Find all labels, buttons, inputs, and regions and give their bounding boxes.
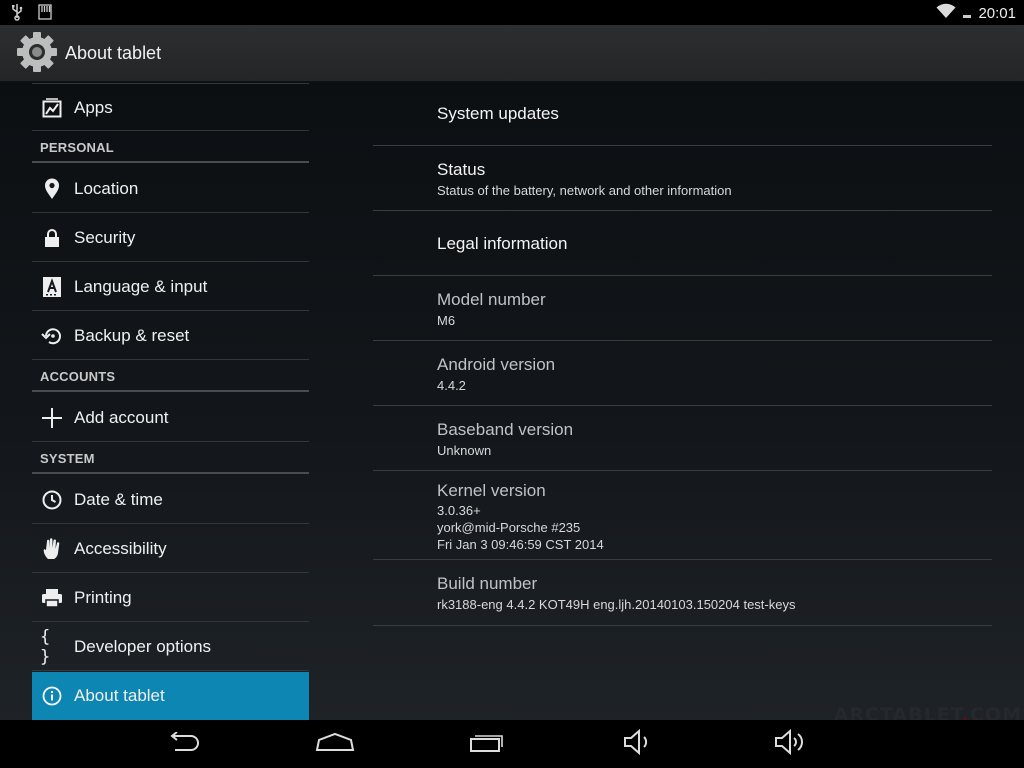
pref-android-version[interactable]: Android version 4.4.2 <box>373 341 992 406</box>
navigation-bar <box>0 720 1024 768</box>
sidebar-item-label: Language & input <box>74 277 208 296</box>
info-icon <box>40 684 64 708</box>
lock-icon <box>40 226 64 250</box>
pref-value-line: york@mid-Porsche #235 <box>437 520 581 535</box>
plus-icon <box>40 406 64 430</box>
pref-summary: Status of the battery, network and other… <box>437 183 732 198</box>
pref-value-line: 3.0.36+ <box>437 503 481 518</box>
battery-icon <box>962 3 972 24</box>
pref-value: 4.4.2 <box>437 378 466 393</box>
pref-system-updates[interactable]: System updates <box>373 82 992 146</box>
pref-title: Model number <box>437 290 546 309</box>
sidebar-item-security[interactable]: Security <box>32 214 309 262</box>
home-button[interactable] <box>312 730 358 758</box>
section-header-label: SYSTEM <box>40 451 95 466</box>
settings-gear-icon[interactable] <box>14 29 60 75</box>
pref-title: Kernel version <box>437 481 546 500</box>
wifi-icon <box>936 3 956 24</box>
section-header-accounts: ACCOUNTS <box>32 362 309 392</box>
sidebar-item-printing[interactable]: Printing <box>32 574 309 622</box>
sidebar-item-date-time[interactable]: Date & time <box>32 476 309 524</box>
page-title: About tablet <box>65 43 162 63</box>
volume-up-icon <box>774 728 808 760</box>
pref-title: Legal information <box>437 234 568 253</box>
clock-time: 20:01 <box>978 5 1016 22</box>
section-header-label: PERSONAL <box>40 140 114 155</box>
pref-model-number: Model number M6 <box>373 276 992 341</box>
recents-icon <box>469 732 505 757</box>
pref-build-number[interactable]: Build number rk3188-eng 4.4.2 KOT49H eng… <box>373 560 992 626</box>
pref-legal-information[interactable]: Legal information <box>373 211 992 276</box>
sidebar-item-label: Developer options <box>74 637 212 656</box>
keyboard-a-icon <box>40 275 64 299</box>
pref-value-line: Fri Jan 3 09:46:59 CST 2014 <box>437 537 604 552</box>
settings-content: Apps PERSONAL Location Security Language… <box>0 82 1024 726</box>
sidebar-item-label: Security <box>74 228 136 247</box>
sidebar-item-label: Apps <box>74 98 113 117</box>
pref-title: Build number <box>437 574 538 593</box>
status-bar: 20:01 <box>0 0 1024 25</box>
sidebar-item-label: About tablet <box>74 686 165 705</box>
sidebar-item-accessibility[interactable]: Accessibility <box>32 525 309 573</box>
sidebar-item-label: Location <box>74 179 139 198</box>
location-pin-icon <box>40 177 64 201</box>
braces-icon: { } <box>40 627 51 667</box>
pref-kernel-version: Kernel version 3.0.36+ york@mid-Porsche … <box>373 471 992 560</box>
settings-sidebar: Apps PERSONAL Location Security Language… <box>32 82 309 720</box>
sidebar-item-label: Printing <box>74 588 132 607</box>
volume-down-button[interactable] <box>616 728 662 760</box>
back-icon <box>165 730 201 757</box>
pref-value: Unknown <box>437 443 492 458</box>
sidebar-item-location[interactable]: Location <box>32 165 309 213</box>
sidebar-item-label: Accessibility <box>74 539 167 558</box>
pref-baseband-version: Baseband version Unknown <box>373 406 992 471</box>
home-icon <box>315 732 355 757</box>
action-bar: About tablet <box>0 25 1024 82</box>
volume-up-button[interactable] <box>768 728 814 760</box>
printer-icon <box>40 586 64 610</box>
apps-icon <box>40 96 64 120</box>
clock-icon <box>40 488 64 512</box>
recents-button[interactable] <box>464 730 510 758</box>
volume-down-icon <box>623 728 655 760</box>
pref-title: Android version <box>437 355 556 374</box>
usb-icon <box>10 3 24 26</box>
hand-icon <box>40 537 64 561</box>
sidebar-item-developer-options[interactable]: { } Developer options <box>32 623 309 671</box>
sd-card-icon <box>38 4 52 25</box>
section-header-label: ACCOUNTS <box>40 369 116 384</box>
sidebar-item-about-tablet[interactable]: About tablet <box>32 672 309 720</box>
back-button[interactable] <box>160 730 206 758</box>
pref-title: System updates <box>437 104 559 123</box>
section-header-system: SYSTEM <box>32 444 309 474</box>
pref-value: M6 <box>437 313 456 328</box>
sidebar-item-apps[interactable]: Apps <box>32 83 309 131</box>
backup-restore-icon <box>40 324 64 348</box>
pref-title: Status <box>437 160 486 179</box>
pref-title: Baseband version <box>437 420 574 439</box>
sidebar-item-backup-reset[interactable]: Backup & reset <box>32 312 309 360</box>
pref-value: rk3188-eng 4.4.2 KOT49H eng.ljh.20140103… <box>437 597 796 612</box>
sidebar-item-add-account[interactable]: Add account <box>32 394 309 442</box>
section-header-personal: PERSONAL <box>32 133 309 163</box>
sidebar-item-label: Backup & reset <box>74 326 190 345</box>
sidebar-item-language-input[interactable]: Language & input <box>32 263 309 311</box>
sidebar-item-label: Date & time <box>74 490 163 509</box>
sidebar-item-label: Add account <box>74 408 169 427</box>
pref-status[interactable]: Status Status of the battery, network an… <box>373 146 992 211</box>
